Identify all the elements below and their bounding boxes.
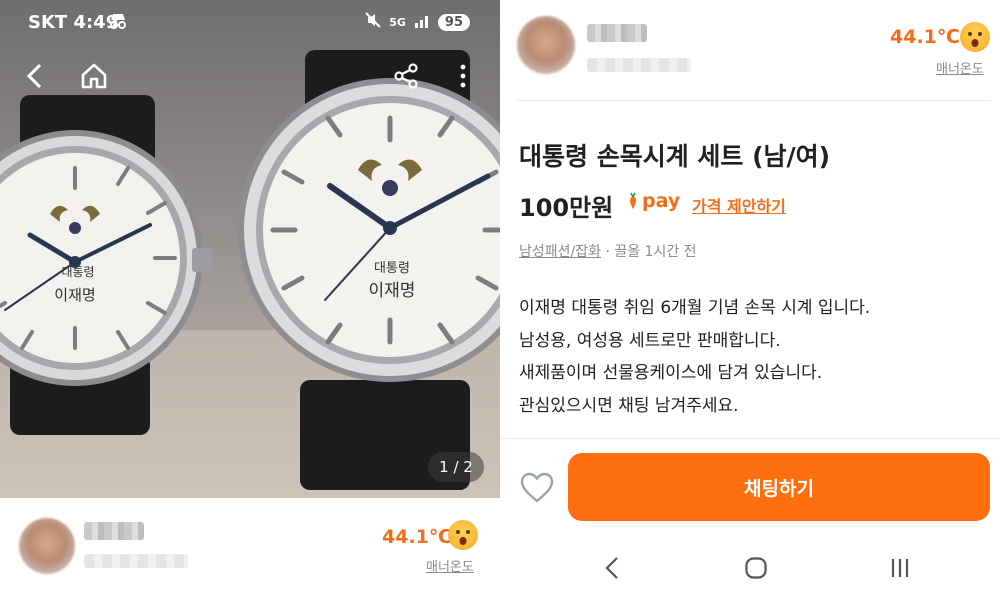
photo-page-indicator: 1 / 2 (428, 452, 484, 482)
manner-temperature-top: 44.1℃ (890, 26, 960, 48)
heart-icon (520, 472, 554, 503)
face-icon (960, 22, 990, 52)
status-icons: 5G 95 (365, 12, 470, 33)
description-line: 남성용, 여성용 세트로만 판매합니다. (519, 330, 781, 351)
system-home-button[interactable] (736, 552, 776, 584)
signal-icon (414, 12, 430, 33)
incognito-icon (108, 12, 128, 35)
share-icon (394, 63, 418, 89)
seller-avatar[interactable] (19, 518, 75, 574)
mute-icon (365, 12, 381, 33)
seller-location-blurred-top (587, 58, 691, 72)
chevron-left-icon (26, 63, 42, 89)
chevron-left-icon (605, 557, 618, 579)
large-watch-text-2: 이재명 (369, 281, 416, 301)
category-link[interactable]: 남성패션/잡화 (519, 244, 601, 260)
product-description: 이재명 대통령 취임 6개월 기념 손목 시계 입니다. 남성용, 여성용 세트… (519, 292, 870, 422)
bump-time: · 끌올 1시간 전 (601, 244, 697, 260)
product-photo[interactable]: 대통령 이재명 대통령 이재명 SKT 4:49 5G 95 1 / 2 (0, 0, 500, 498)
description-line: 관심있으시면 채팅 남겨주세요. (519, 395, 739, 416)
battery-indicator: 95 (437, 14, 470, 31)
bottom-bar-divider (500, 438, 1000, 439)
manner-temperature: 44.1℃ (382, 526, 452, 548)
seller-name-blurred-top (587, 24, 647, 42)
price-offer-link[interactable]: 가격 제안하기 (692, 193, 786, 217)
description-line: 이재명 대통령 취임 6개월 기념 손목 시계 입니다. (519, 298, 871, 318)
divider (517, 100, 990, 101)
chat-button[interactable]: 채팅하기 (568, 453, 990, 521)
product-meta: 남성패션/잡화 · 끌올 1시간 전 (519, 241, 697, 261)
system-back-button[interactable] (592, 552, 632, 584)
large-watch-text-1: 대통령 (374, 261, 410, 276)
small-watch-text-1: 대통령 (61, 265, 94, 279)
home-button[interactable] (74, 56, 114, 96)
manner-temperature-label-top[interactable]: 매너온도 (936, 58, 984, 77)
small-watch-text-2: 이재명 (54, 286, 95, 304)
description-line: 새제품이며 선물용케이스에 담겨 있습니다. (519, 363, 823, 383)
seller-avatar-top[interactable] (517, 16, 575, 74)
network-label: 5G (389, 16, 406, 29)
back-button[interactable] (15, 56, 55, 96)
share-button[interactable] (386, 56, 426, 96)
seller-profile[interactable]: 44.1℃ 매너온도 (0, 498, 500, 600)
home-rounded-square-icon (745, 557, 767, 579)
manner-temperature-label[interactable]: 매너온도 (426, 556, 474, 575)
status-carrier-time: SKT 4:49 (28, 12, 119, 33)
left-screenshot: 대통령 이재명 대통령 이재명 SKT 4:49 5G 95 1 / 2 44.… (0, 0, 500, 600)
carrot-pay-badge: pay (628, 190, 680, 212)
pay-label: pay (642, 190, 681, 212)
carrot-icon (628, 192, 638, 210)
home-icon (81, 63, 107, 89)
product-price: 100만원 (519, 194, 614, 222)
more-vertical-icon (460, 64, 466, 88)
recents-icon (891, 559, 909, 577)
seller-location-blurred (84, 554, 188, 568)
right-screenshot: 44.1℃ 매너온도 대통령 손목시계 세트 (남/여) 100만원 pay 가… (500, 0, 1000, 600)
system-recents-button[interactable] (880, 552, 920, 584)
more-button[interactable] (443, 56, 483, 96)
product-title: 대통령 손목시계 세트 (남/여) (519, 142, 831, 171)
status-bar: SKT 4:49 5G 95 (0, 0, 500, 44)
face-icon (448, 520, 478, 550)
like-button[interactable] (520, 472, 554, 504)
seller-name-blurred (84, 522, 144, 540)
